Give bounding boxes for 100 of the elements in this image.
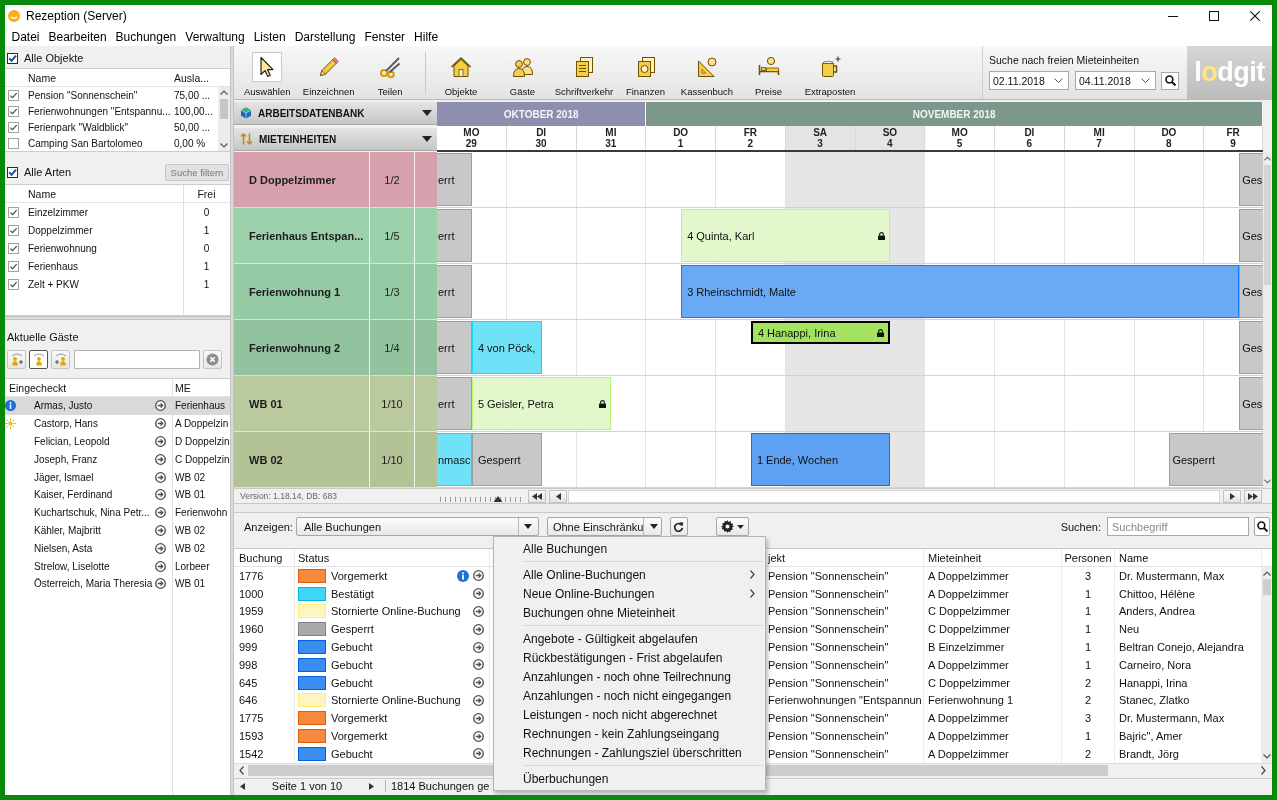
table-cell: 75,00 ... <box>174 89 211 101</box>
column-header: Eingecheckt <box>9 381 67 394</box>
table-cell: 999 <box>239 641 258 654</box>
day-number: 2 <box>747 138 754 149</box>
status-label: Gebucht <box>331 676 373 689</box>
table-cell: Pension "Sonnenschein" <box>768 641 889 654</box>
guest-name: Jäger, Ismael <box>34 471 95 483</box>
table-cell: Camping San Bartolomeo <box>28 137 143 149</box>
status-label: Vorgemerkt <box>331 730 388 743</box>
table-cell: 0 <box>203 206 210 218</box>
day-number: 5 <box>956 138 963 149</box>
day-number: 9 <box>1230 138 1236 149</box>
table-cell: Pension "Sonnenschein" <box>768 605 889 618</box>
table-cell: 1 <box>1084 587 1092 600</box>
table-cell: Pension "Sonnenschein" <box>768 676 889 689</box>
table-cell: Bajric", Amer <box>1119 730 1183 743</box>
version-label: Version: 1.18.14, DB: 683 <box>240 491 337 501</box>
day-number: 30 <box>535 138 547 149</box>
table-cell: Lorbeer <box>175 560 210 572</box>
column-header: Status <box>298 551 330 564</box>
unit-count: 1/5 <box>384 229 400 242</box>
day-number: 6 <box>1026 138 1033 149</box>
table-cell: Hanappi, Irina <box>1119 676 1188 689</box>
table-cell: Ferienpark "Waldblick" <box>28 121 129 133</box>
column-header: Name <box>28 71 56 84</box>
table-cell: Ferienhaus <box>28 260 79 272</box>
table-cell: C Doppelzimmer <box>928 676 1010 689</box>
guest-name: Nielsen, Asta <box>34 542 94 554</box>
table-cell: 1 <box>1084 658 1092 671</box>
section-title: Alle Objekte <box>24 52 84 64</box>
room-name: Ferienhaus Entspan... <box>249 229 364 242</box>
table-cell: Beltran Conejo, Alejandra <box>1119 641 1244 654</box>
table-cell: C Doppelzin <box>175 453 230 465</box>
weekday-label: MI <box>605 127 617 138</box>
table-cell: WB 02 <box>175 524 205 536</box>
table-cell: 1960 <box>239 623 264 636</box>
table-cell: 1000 <box>239 587 264 600</box>
guest-name: Österreich, Maria Theresia <box>34 578 153 590</box>
table-cell: A Doppelzin <box>175 418 229 430</box>
room-name: Ferienwohnung 2 <box>249 341 341 354</box>
guest-name: Strelow, Liselotte <box>34 560 111 572</box>
room-name: WB 01 <box>249 397 283 410</box>
day-number: 29 <box>465 138 477 149</box>
guest-name: Armas, Justo <box>34 400 94 412</box>
table-cell: A Doppelzimmer <box>928 587 1009 600</box>
filter-label: Anzeigen: <box>244 520 293 533</box>
table-cell: Einzelzimmer <box>28 206 88 218</box>
table-cell: Brandt, Jörg <box>1119 747 1179 760</box>
table-cell: D Doppelzin <box>175 436 230 447</box>
month-header: NOVEMBER 2018 <box>646 102 1263 126</box>
table-cell: 645 <box>239 676 258 689</box>
table-cell: 3 <box>1084 569 1092 582</box>
page-label: Seite 1 von 10 <box>271 780 343 793</box>
table-cell: 100,00... <box>174 105 213 117</box>
table-cell: Chittoo, Hélène <box>1119 587 1195 600</box>
guest-name: Kuchartschuk, Nina Petr... <box>34 507 151 519</box>
table-cell: A Doppelzimmer <box>928 658 1009 671</box>
table-cell: A Doppelzimmer <box>928 747 1009 760</box>
unit-count: 1/10 <box>381 453 403 466</box>
day-number: 4 <box>887 138 893 149</box>
column-header: Name <box>1119 551 1149 564</box>
column-header: Frei <box>197 187 216 200</box>
table-cell: 1 <box>1084 730 1092 743</box>
table-cell: 1 <box>1084 623 1092 636</box>
status-label: Gebucht <box>331 747 373 760</box>
guest-name: Joseph, Franz <box>34 453 99 465</box>
column-header: ME <box>175 381 191 394</box>
table-cell: 646 <box>239 694 258 707</box>
table-cell: Ferienwohnung 1 <box>928 694 1013 707</box>
table-cell: C Doppelzimmer <box>928 605 1010 618</box>
table-cell: Anders, Andrea <box>1119 605 1195 618</box>
table-cell: Pension "Sonnenschein" <box>768 623 889 636</box>
table-cell: WB 01 <box>175 578 205 590</box>
table-cell: A Doppelzimmer <box>928 712 1009 725</box>
column-header: Buchung <box>239 551 283 564</box>
table-cell: Pension "Sonnenschein" <box>768 747 889 760</box>
status-label: Stornierte Online-Buchung <box>331 605 461 618</box>
unit-count: 1/2 <box>384 173 400 186</box>
table-cell: Pension "Sonnenschein" <box>28 89 138 101</box>
section-title: Aktuelle Gäste <box>7 331 79 343</box>
day-number: 7 <box>1096 138 1102 149</box>
table-cell: WB 02 <box>175 471 205 483</box>
table-cell: Dr. Mustermann, Max <box>1119 569 1225 582</box>
table-cell: Stanec, Zlatko <box>1119 694 1190 707</box>
search-title: Suche nach freien Mieteinheiten <box>989 54 1139 66</box>
weekday-label: MO <box>463 127 480 138</box>
status-label: Gebucht <box>331 641 373 654</box>
table-cell: 2 <box>1084 694 1092 707</box>
table-cell: 1775 <box>239 712 264 725</box>
unit-count: 1/4 <box>384 341 400 354</box>
room-name: WB 02 <box>249 453 283 466</box>
status-label: Vorgemerkt <box>331 569 388 582</box>
table-cell: 3 <box>1084 712 1092 725</box>
table-cell: 1 <box>203 278 210 290</box>
day-number: 31 <box>605 138 617 149</box>
weekday-label: DI <box>536 127 547 138</box>
weekday-label: SA <box>813 127 828 138</box>
table-cell: Ferienwohnung <box>28 242 97 254</box>
status-label: Stornierte Online-Buchung <box>331 694 461 707</box>
day-number: 3 <box>817 138 823 149</box>
